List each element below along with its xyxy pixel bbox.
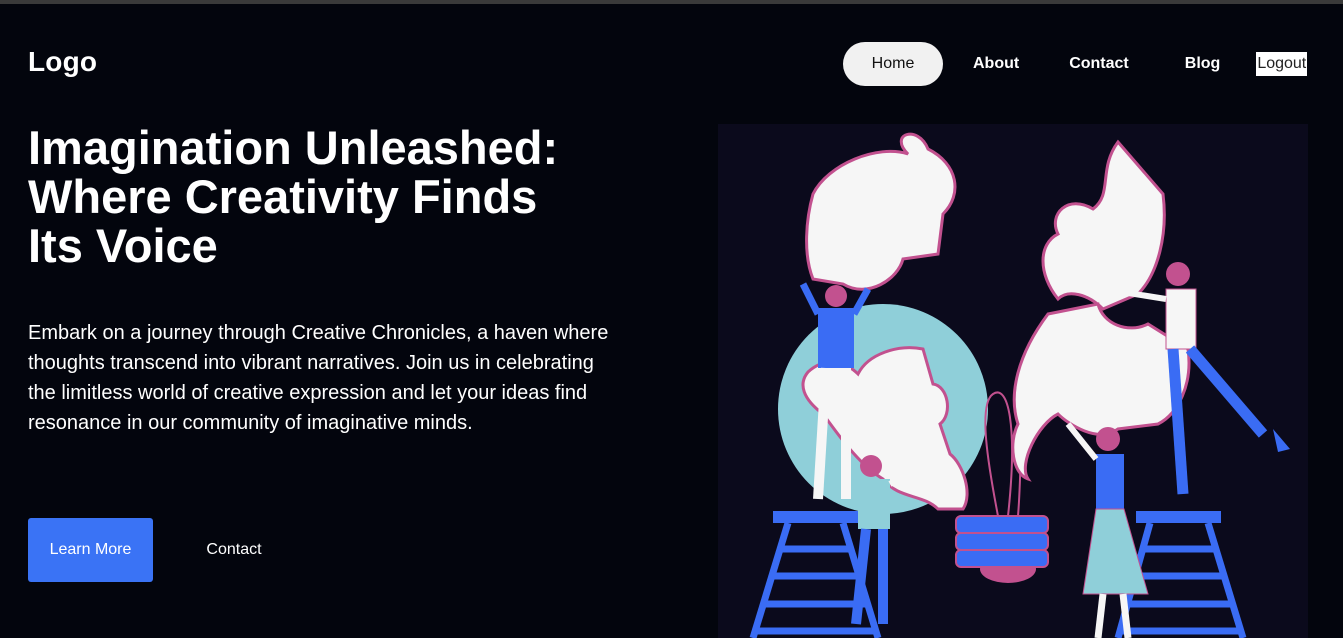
logo[interactable]: Logo (28, 46, 97, 78)
logout-button[interactable]: Logout (1256, 52, 1308, 76)
nav-about[interactable]: About (973, 55, 1019, 73)
illustration-svg (749, 132, 1290, 638)
hero-title-line-2: Where Creativity Finds (28, 170, 538, 223)
nav-contact[interactable]: Contact (1069, 55, 1129, 73)
learn-more-button[interactable]: Learn More (28, 518, 153, 582)
contact-button[interactable]: Contact (180, 518, 288, 582)
main-nav: Home About Contact Blog Logout (843, 42, 1308, 86)
nav-home[interactable]: Home (843, 42, 943, 86)
window-top-border (0, 0, 1343, 4)
hero-description: Embark on a journey through Creative Chr… (28, 322, 609, 434)
nav-blog[interactable]: Blog (1185, 55, 1221, 73)
hero-title: Imagination Unleashed: Where Creativity … (28, 123, 648, 270)
puzzle-team-illustration (718, 124, 1308, 638)
hero-title-line-3: Its Voice (28, 219, 218, 272)
hero-title-line-1: Imagination Unleashed: (28, 121, 559, 174)
